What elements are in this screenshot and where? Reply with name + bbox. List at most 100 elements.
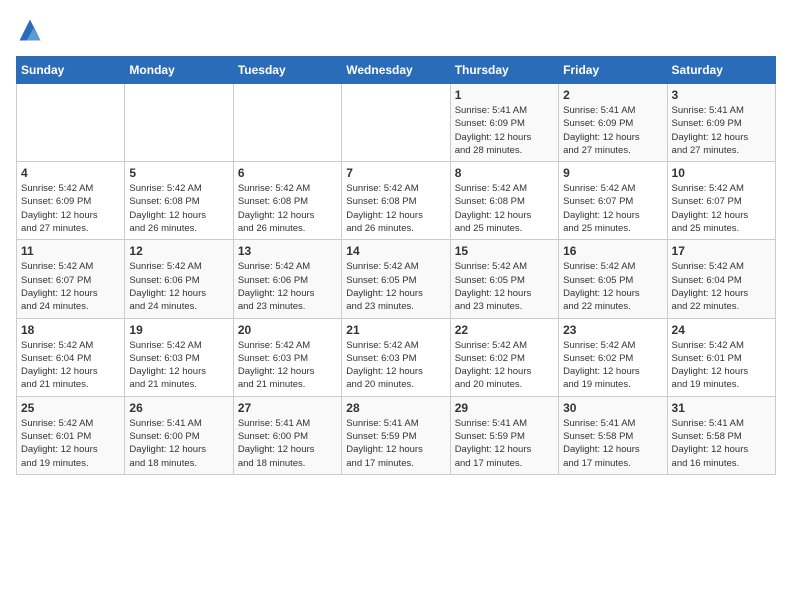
day-number: 3 — [672, 88, 771, 102]
header-cell-tuesday: Tuesday — [233, 57, 341, 84]
day-info: Sunrise: 5:42 AM Sunset: 6:05 PM Dayligh… — [346, 260, 445, 313]
day-number: 1 — [455, 88, 554, 102]
day-info: Sunrise: 5:42 AM Sunset: 6:08 PM Dayligh… — [346, 182, 445, 235]
day-number: 18 — [21, 323, 120, 337]
day-info: Sunrise: 5:42 AM Sunset: 6:03 PM Dayligh… — [129, 339, 228, 392]
day-info: Sunrise: 5:42 AM Sunset: 6:09 PM Dayligh… — [21, 182, 120, 235]
day-number: 6 — [238, 166, 337, 180]
week-row-5: 25Sunrise: 5:42 AM Sunset: 6:01 PM Dayli… — [17, 396, 776, 474]
day-number: 19 — [129, 323, 228, 337]
calendar-cell: 18 Sunrise: 5:42 AM Sunset: 6:04 PM Dayli… — [17, 318, 125, 396]
calendar-cell: 19 Sunrise: 5:42 AM Sunset: 6:03 PM Dayli… — [125, 318, 233, 396]
day-info: Sunrise: 5:42 AM Sunset: 6:07 PM Dayligh… — [563, 182, 662, 235]
calendar-cell: 8 Sunrise: 5:42 AM Sunset: 6:08 PM Daylig… — [450, 162, 558, 240]
calendar-cell: 25Sunrise: 5:42 AM Sunset: 6:01 PM Dayli… — [17, 396, 125, 474]
calendar-cell: 26Sunrise: 5:41 AM Sunset: 6:00 PM Dayli… — [125, 396, 233, 474]
calendar-cell: 15 Sunrise: 5:42 AM Sunset: 6:05 PM Dayli… — [450, 240, 558, 318]
week-row-3: 11 Sunrise: 5:42 AM Sunset: 6:07 PM Dayli… — [17, 240, 776, 318]
week-row-4: 18 Sunrise: 5:42 AM Sunset: 6:04 PM Dayli… — [17, 318, 776, 396]
calendar-cell: 2Sunrise: 5:41 AM Sunset: 6:09 PM Daylig… — [559, 84, 667, 162]
calendar-cell: 9 Sunrise: 5:42 AM Sunset: 6:07 PM Daylig… — [559, 162, 667, 240]
day-number: 30 — [563, 401, 662, 415]
day-info: Sunrise: 5:41 AM Sunset: 5:58 PM Dayligh… — [563, 417, 662, 470]
day-number: 29 — [455, 401, 554, 415]
calendar-cell: 7 Sunrise: 5:42 AM Sunset: 6:08 PM Daylig… — [342, 162, 450, 240]
day-number: 31 — [672, 401, 771, 415]
day-number: 11 — [21, 244, 120, 258]
day-info: Sunrise: 5:41 AM Sunset: 5:59 PM Dayligh… — [346, 417, 445, 470]
day-info: Sunrise: 5:42 AM Sunset: 6:08 PM Dayligh… — [129, 182, 228, 235]
calendar-cell — [17, 84, 125, 162]
calendar-cell — [125, 84, 233, 162]
header-cell-thursday: Thursday — [450, 57, 558, 84]
calendar-cell: 30 Sunrise: 5:41 AM Sunset: 5:58 PM Dayli… — [559, 396, 667, 474]
day-info: Sunrise: 5:42 AM Sunset: 6:06 PM Dayligh… — [129, 260, 228, 313]
logo — [16, 16, 48, 44]
day-info: Sunrise: 5:42 AM Sunset: 6:08 PM Dayligh… — [238, 182, 337, 235]
day-number: 16 — [563, 244, 662, 258]
day-info: Sunrise: 5:42 AM Sunset: 6:01 PM Dayligh… — [672, 339, 771, 392]
header-cell-wednesday: Wednesday — [342, 57, 450, 84]
day-number: 23 — [563, 323, 662, 337]
calendar-cell: 5Sunrise: 5:42 AM Sunset: 6:08 PM Daylig… — [125, 162, 233, 240]
calendar-cell: 27 Sunrise: 5:41 AM Sunset: 6:00 PM Dayli… — [233, 396, 341, 474]
day-info: Sunrise: 5:42 AM Sunset: 6:04 PM Dayligh… — [672, 260, 771, 313]
header-cell-monday: Monday — [125, 57, 233, 84]
day-number: 12 — [129, 244, 228, 258]
calendar-cell: 4Sunrise: 5:42 AM Sunset: 6:09 PM Daylig… — [17, 162, 125, 240]
calendar-cell: 3 Sunrise: 5:41 AM Sunset: 6:09 PM Daylig… — [667, 84, 775, 162]
day-number: 20 — [238, 323, 337, 337]
calendar-cell: 20Sunrise: 5:42 AM Sunset: 6:03 PM Dayli… — [233, 318, 341, 396]
calendar-cell: 31Sunrise: 5:41 AM Sunset: 5:58 PM Dayli… — [667, 396, 775, 474]
day-info: Sunrise: 5:41 AM Sunset: 6:09 PM Dayligh… — [563, 104, 662, 157]
day-info: Sunrise: 5:41 AM Sunset: 6:09 PM Dayligh… — [672, 104, 771, 157]
calendar-cell — [233, 84, 341, 162]
day-number: 14 — [346, 244, 445, 258]
day-number: 8 — [455, 166, 554, 180]
day-info: Sunrise: 5:41 AM Sunset: 6:00 PM Dayligh… — [129, 417, 228, 470]
calendar-cell: 6 Sunrise: 5:42 AM Sunset: 6:08 PM Daylig… — [233, 162, 341, 240]
day-info: Sunrise: 5:41 AM Sunset: 6:09 PM Dayligh… — [455, 104, 554, 157]
day-info: Sunrise: 5:42 AM Sunset: 6:02 PM Dayligh… — [563, 339, 662, 392]
header — [16, 16, 776, 44]
day-info: Sunrise: 5:42 AM Sunset: 6:07 PM Dayligh… — [672, 182, 771, 235]
day-info: Sunrise: 5:42 AM Sunset: 6:07 PM Dayligh… — [21, 260, 120, 313]
header-row: SundayMondayTuesdayWednesdayThursdayFrid… — [17, 57, 776, 84]
calendar-table: SundayMondayTuesdayWednesdayThursdayFrid… — [16, 56, 776, 475]
calendar-cell: 1 Sunrise: 5:41 AM Sunset: 6:09 PM Daylig… — [450, 84, 558, 162]
calendar-cell: 11 Sunrise: 5:42 AM Sunset: 6:07 PM Dayli… — [17, 240, 125, 318]
header-cell-friday: Friday — [559, 57, 667, 84]
day-info: Sunrise: 5:41 AM Sunset: 6:00 PM Dayligh… — [238, 417, 337, 470]
calendar-cell: 14 Sunrise: 5:42 AM Sunset: 6:05 PM Dayli… — [342, 240, 450, 318]
day-number: 9 — [563, 166, 662, 180]
day-number: 22 — [455, 323, 554, 337]
logo-icon — [16, 16, 44, 44]
day-info: Sunrise: 5:42 AM Sunset: 6:03 PM Dayligh… — [346, 339, 445, 392]
day-number: 7 — [346, 166, 445, 180]
day-number: 17 — [672, 244, 771, 258]
day-number: 21 — [346, 323, 445, 337]
day-number: 27 — [238, 401, 337, 415]
day-info: Sunrise: 5:42 AM Sunset: 6:05 PM Dayligh… — [455, 260, 554, 313]
day-number: 25 — [21, 401, 120, 415]
calendar-cell: 17 Sunrise: 5:42 AM Sunset: 6:04 PM Dayli… — [667, 240, 775, 318]
calendar-cell: 23 Sunrise: 5:42 AM Sunset: 6:02 PM Dayli… — [559, 318, 667, 396]
day-info: Sunrise: 5:42 AM Sunset: 6:04 PM Dayligh… — [21, 339, 120, 392]
day-info: Sunrise: 5:41 AM Sunset: 5:59 PM Dayligh… — [455, 417, 554, 470]
day-info: Sunrise: 5:42 AM Sunset: 6:08 PM Dayligh… — [455, 182, 554, 235]
day-info: Sunrise: 5:42 AM Sunset: 6:06 PM Dayligh… — [238, 260, 337, 313]
calendar-cell: 28Sunrise: 5:41 AM Sunset: 5:59 PM Dayli… — [342, 396, 450, 474]
calendar-cell — [342, 84, 450, 162]
week-row-1: 1 Sunrise: 5:41 AM Sunset: 6:09 PM Daylig… — [17, 84, 776, 162]
day-number: 15 — [455, 244, 554, 258]
calendar-cell: 29 Sunrise: 5:41 AM Sunset: 5:59 PM Dayli… — [450, 396, 558, 474]
day-info: Sunrise: 5:42 AM Sunset: 6:05 PM Dayligh… — [563, 260, 662, 313]
calendar-cell: 13 Sunrise: 5:42 AM Sunset: 6:06 PM Dayli… — [233, 240, 341, 318]
calendar-cell: 24Sunrise: 5:42 AM Sunset: 6:01 PM Dayli… — [667, 318, 775, 396]
week-row-2: 4Sunrise: 5:42 AM Sunset: 6:09 PM Daylig… — [17, 162, 776, 240]
calendar-cell: 12 Sunrise: 5:42 AM Sunset: 6:06 PM Dayli… — [125, 240, 233, 318]
calendar-cell: 21 Sunrise: 5:42 AM Sunset: 6:03 PM Dayli… — [342, 318, 450, 396]
day-number: 10 — [672, 166, 771, 180]
day-number: 13 — [238, 244, 337, 258]
header-cell-saturday: Saturday — [667, 57, 775, 84]
